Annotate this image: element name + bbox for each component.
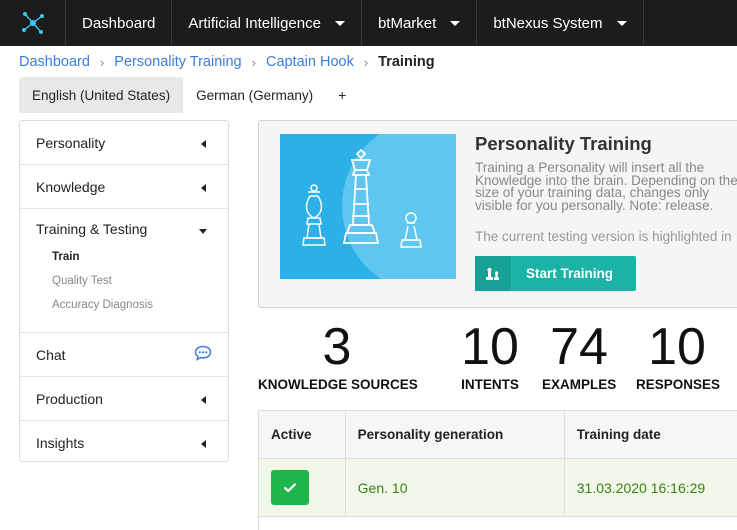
chat-bubble-icon [194,345,212,361]
add-language-button[interactable]: + [326,77,358,113]
sidebar-item-chat[interactable]: Chat [20,333,228,377]
app-logo[interactable] [0,0,66,46]
caret-left-icon [201,440,206,448]
column-header-generation[interactable]: Personality generation [346,411,565,458]
sidebar-item-insights[interactable]: Insights [20,421,228,465]
nav-btmarket[interactable]: btMarket [362,0,478,46]
caret-left-icon [201,396,206,404]
sidebar-item-label: Insights [36,435,85,451]
network-logo-icon [21,12,44,34]
sidebar-item-label: Production [36,390,103,407]
nav-dashboard[interactable]: Dashboard [66,0,173,46]
stat-label: EXAMPLES [542,377,617,392]
breadcrumb-personality-training[interactable]: Personality Training [114,54,241,70]
top-navbar: Dashboard Artificial Intelligence btMark… [0,0,737,46]
sidebar-subitem-quality-test[interactable]: Quality Test [52,275,228,289]
stat-label: RESPONSES [636,377,721,392]
breadcrumb-dashboard[interactable]: Dashboard [19,54,90,70]
column-header-training-date[interactable]: Training date [565,411,737,458]
table-header: Active Personality generation Training d… [259,411,737,459]
sidebar: Personality Knowledge Training & Testing… [19,120,229,462]
table-row[interactable]: Gen. 10 31.03.2020 16:16:29 [259,459,737,517]
sidebar-subitem-accuracy-diagnosis[interactable]: Accuracy Diagnosis [52,299,228,313]
active-checkbox[interactable] [271,470,309,505]
sidebar-item-personality[interactable]: Personality [20,121,228,165]
training-date-cell: 31.03.2020 16:16:29 [576,479,706,496]
sidebar-item-label: Personality [36,134,106,151]
sidebar-item-training-testing[interactable]: Training & Testing Train Quality Test Ac… [20,209,228,333]
nav-ai-label: Artificial Intelligence [188,14,321,32]
breadcrumb-separator: › [251,54,256,70]
sidebar-item-label: Chat [36,346,66,363]
chess-pieces-icon [302,134,456,279]
check-icon [283,483,297,493]
sidebar-subitem-train[interactable]: Train [52,251,228,265]
chess-hero-image [280,134,456,279]
nav-btnexus-label: btNexus System [493,14,603,32]
column-header-active[interactable]: Active [259,411,346,458]
chevron-down-icon [450,20,461,26]
stat-responses: 10 RESPONSES [636,318,721,392]
caret-left-icon [201,140,206,148]
chess-pawns-icon [486,267,499,280]
active-cell [259,459,346,516]
training-card: Personality Training Training a Personal… [258,120,737,308]
stat-intents: 10 INTENTS [458,318,522,392]
caret-down-icon [199,229,207,234]
stat-knowledge-sources: 3 KNOWLEDGE SOURCES [258,318,418,392]
generations-table: Active Personality generation Training d… [258,410,737,530]
stat-value: 74 [550,318,608,376]
nav-btmarket-label: btMarket [377,14,437,32]
stat-value: 10 [461,318,519,376]
stat-label: INTENTS [461,377,519,392]
stat-label: KNOWLEDGE SOURCES [258,377,418,392]
start-training-button[interactable]: Start Training [475,256,636,291]
chevron-down-icon [616,20,627,26]
breadcrumb: Dashboard › Personality Training › Capta… [19,54,435,70]
nav-btnexus-system[interactable]: btNexus System [477,0,644,46]
chevron-down-icon [334,20,345,26]
start-training-label: Start Training [525,266,613,281]
card-description: Training a Personality will insert all t… [475,160,737,213]
sidebar-item-knowledge[interactable]: Knowledge [20,165,228,209]
breadcrumb-current: Training [378,54,435,70]
nav-artificial-intelligence[interactable]: Artificial Intelligence [172,0,362,46]
card-title: Personality Training [475,133,652,154]
tab-english[interactable]: English (United States) [19,77,184,113]
stat-examples: 74 EXAMPLES [542,318,616,392]
nav-dashboard-label: Dashboard [82,14,156,32]
breadcrumb-separator: › [363,54,369,70]
caret-left-icon [201,184,206,192]
breadcrumb-separator: › [99,54,105,70]
stat-value: 10 [648,318,706,376]
tab-german[interactable]: German (Germany) [183,77,326,113]
generation-cell: Gen. 10 [346,459,565,516]
card-note: The current testing version is highlight… [475,229,732,244]
chess-icon [475,256,511,291]
sidebar-item-production[interactable]: Production [20,377,228,421]
language-tabs: English (United States) German (Germany)… [19,77,358,113]
sidebar-item-label: Knowledge [36,178,106,195]
breadcrumb-captain-hook[interactable]: Captain Hook [266,54,354,70]
stat-value: 3 [322,318,352,376]
